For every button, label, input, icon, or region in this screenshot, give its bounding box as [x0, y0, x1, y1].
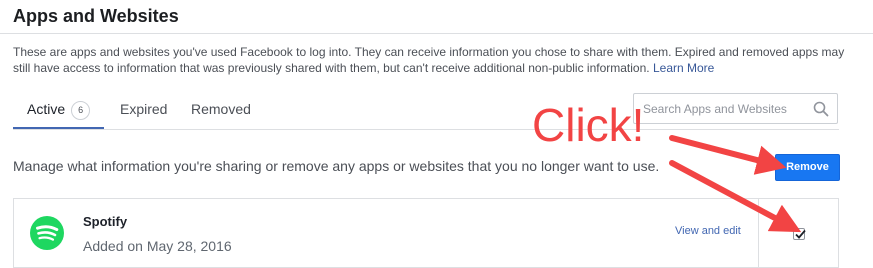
learn-more-link[interactable]: Learn More: [653, 61, 714, 75]
app-name: Spotify: [83, 214, 128, 229]
app-row-spotify: Spotify Added on May 28, 2016 View and e…: [13, 198, 839, 268]
card-divider: [758, 199, 759, 267]
active-count-badge: 6: [71, 101, 91, 120]
click-annotation: Click!: [532, 99, 645, 151]
search-input[interactable]: [643, 94, 813, 123]
remove-button[interactable]: Remove: [775, 154, 840, 181]
tab-expired[interactable]: Expired: [120, 92, 167, 128]
spotify-logo-icon: [29, 215, 65, 251]
description-text: These are apps and websites you've used …: [13, 45, 845, 75]
app-select-checkbox[interactable]: [793, 228, 806, 240]
checkmark-icon: [795, 229, 806, 239]
tab-active-label: Active: [27, 101, 66, 117]
manage-instructions: Manage what information you're sharing o…: [13, 158, 660, 174]
page-title: Apps and Websites: [13, 6, 179, 26]
tab-removed[interactable]: Removed: [191, 92, 251, 128]
header-divider: [0, 33, 873, 34]
tabs-divider: [13, 129, 839, 130]
page-description: These are apps and websites you've used …: [13, 44, 853, 76]
view-and-edit-link[interactable]: View and edit: [675, 225, 741, 237]
tab-active[interactable]: Active 6: [27, 92, 91, 128]
search-field[interactable]: [633, 93, 838, 124]
app-added-date: Added on May 28, 2016: [83, 238, 232, 254]
arrow-to-remove: [669, 135, 787, 175]
search-icon[interactable]: [813, 101, 829, 117]
